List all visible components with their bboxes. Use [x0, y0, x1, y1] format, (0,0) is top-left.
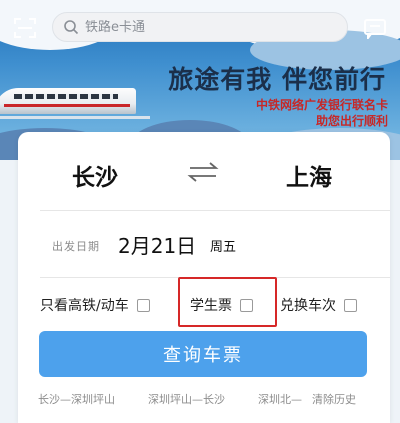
- hsr-only-option[interactable]: 只看高铁/动车: [40, 294, 150, 316]
- date-label: 出发日期: [52, 240, 100, 253]
- message-button[interactable]: [360, 14, 390, 42]
- student-ticket-highlight: [178, 277, 277, 327]
- history-item[interactable]: 深圳坪山—长沙: [148, 391, 225, 407]
- scan-button[interactable]: [10, 14, 40, 42]
- to-station[interactable]: 上海: [286, 158, 332, 192]
- scan-icon: [14, 18, 36, 38]
- swap-icon: [187, 162, 219, 182]
- train-illustration: [0, 88, 136, 114]
- ticket-search-card: 长沙 上海 出发日期 2月21日 周五 只看高铁/动车 学生票 兑换车次 查询车…: [18, 132, 390, 423]
- clear-history-button[interactable]: 清除历史: [312, 391, 356, 407]
- banner-slogan: 旅途有我 伴您前行: [168, 65, 386, 94]
- exchange-train-label: 兑换车次: [280, 298, 336, 314]
- banner-rail: [0, 116, 150, 119]
- exchange-train-option[interactable]: 兑换车次: [280, 294, 357, 316]
- hsr-only-checkbox[interactable]: [136, 298, 150, 312]
- history-item[interactable]: 长沙—深圳坪山: [38, 391, 115, 407]
- from-station[interactable]: 长沙: [72, 158, 118, 192]
- search-input[interactable]: [85, 19, 325, 35]
- hsr-only-label: 只看高铁/动车: [40, 298, 129, 314]
- history-item[interactable]: 深圳北—: [258, 391, 302, 407]
- departure-date[interactable]: 2月21日: [118, 230, 196, 259]
- banner-subtitle-1: 中铁网络广发银行联名卡: [255, 98, 388, 112]
- exchange-train-checkbox[interactable]: [344, 298, 357, 312]
- divider: [40, 210, 390, 211]
- weekday: 周五: [210, 240, 237, 255]
- search-icon: [64, 20, 79, 35]
- search-bar[interactable]: [52, 12, 348, 42]
- message-icon: [364, 19, 386, 39]
- swap-stations-button[interactable]: [186, 158, 220, 186]
- banner-subtitle-2: 助您出行顺利: [315, 114, 388, 128]
- query-tickets-button[interactable]: 查询车票: [39, 331, 367, 377]
